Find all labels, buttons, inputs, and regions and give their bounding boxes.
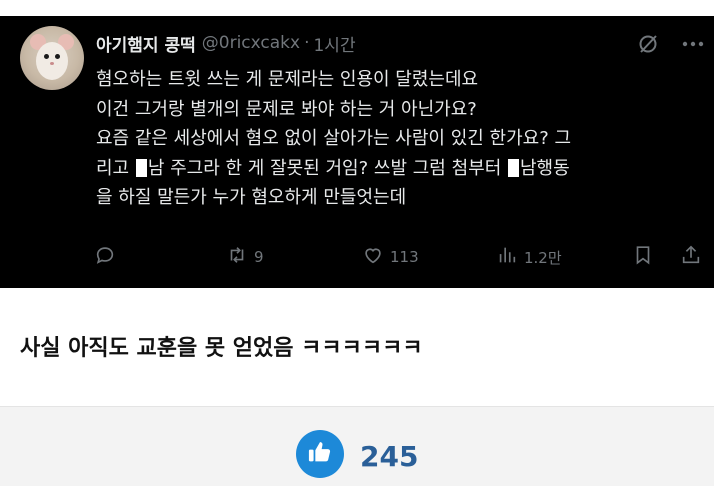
grok-slash-circle-icon[interactable] (636, 32, 660, 56)
tweet-line: 이건 그거랑 별개의 문제로 봐야 하는 거 아닌가요? (96, 98, 477, 120)
reply-bubble-icon (94, 244, 116, 270)
views-button[interactable]: 1.2만 (496, 242, 562, 272)
share-button[interactable] (680, 242, 702, 272)
more-dots-icon[interactable] (680, 34, 706, 54)
display-name[interactable]: 아기햄지 콩떡 (96, 31, 196, 56)
post-comment: 사실 아직도 교훈을 못 얻었음 ㅋㅋㅋㅋㅋㅋ (20, 336, 423, 361)
share-icon (680, 244, 702, 270)
avatar-eye-left (44, 54, 49, 59)
tweet-line: 혐오하는 트윗 쓰는 게 문제라는 인용이 달렸는데요 (96, 69, 479, 90)
tweet-text-part: 남 주그라 한 게 잘못된 거임? 쓰발 그럼 첨부터 (147, 157, 507, 179)
bookmark-button[interactable] (632, 242, 654, 272)
thumbs-up-button[interactable] (296, 430, 344, 478)
retweet-count: 9 (254, 248, 264, 266)
retweet-icon (226, 244, 248, 270)
recommend-count: 245 (360, 440, 419, 473)
redaction-box (507, 158, 519, 177)
thumbs-up-icon (306, 438, 334, 470)
like-button[interactable]: 113 (362, 242, 419, 272)
retweet-button[interactable]: 9 (226, 242, 264, 272)
tweet-text-part: 남행동 (519, 157, 570, 179)
tweet-text-part: 리고 (96, 157, 135, 179)
like-count: 113 (390, 248, 419, 266)
user-handle[interactable]: @0ricxcakx (202, 33, 300, 53)
avatar-eye-right (55, 54, 60, 59)
view-count: 1.2만 (524, 248, 562, 267)
tweet-text: 혐오하는 트윗 쓰는 게 문제라는 인용이 달렸는데요 이건 그거랑 별개의 문… (96, 65, 696, 213)
tweet-header: 아기햄지 콩떡 @0ricxcakx · 1시간 (96, 31, 356, 56)
avatar-face (36, 42, 68, 80)
post-footer (0, 407, 714, 486)
views-bar-icon (496, 244, 518, 270)
reply-button[interactable] (94, 242, 116, 272)
avatar[interactable] (20, 26, 84, 90)
post-time[interactable]: 1시간 (313, 31, 355, 56)
heart-icon (362, 244, 384, 270)
avatar-nose (50, 62, 54, 65)
tweet-line: 리고 남 주그라 한 게 잘못된 거임? 쓰발 그럼 첨부터 남행동 (96, 154, 696, 184)
tweet-line: 을 하질 말든가 누가 혐오하게 만들엇는데 (96, 187, 407, 208)
header-separator: · (304, 33, 310, 53)
embedded-tweet: 아기햄지 콩떡 @0ricxcakx · 1시간 혐오하는 트윗 쓰는 게 문제… (0, 16, 714, 288)
bookmark-icon (632, 244, 654, 270)
redaction-box (135, 158, 147, 177)
tweet-line: 요즘 같은 세상에서 혐오 없이 살아가는 사람이 있긴 한가요? 그 (96, 128, 572, 149)
tweet-actions: 9 113 1.2만 (94, 242, 706, 272)
